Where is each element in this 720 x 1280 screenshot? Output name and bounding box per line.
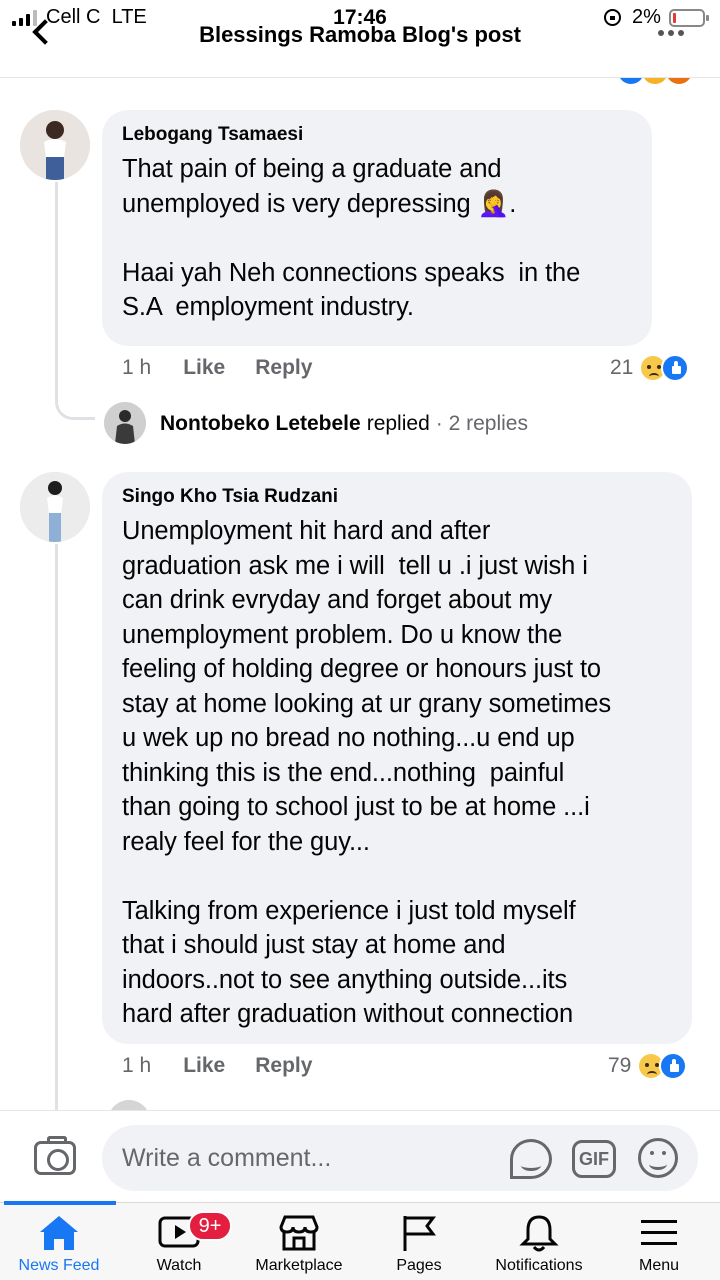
comment-author[interactable]: Lebogang Tsamaesi (122, 124, 632, 146)
reply-avatar[interactable] (104, 402, 146, 444)
reply-author: Nontobeko Letebele (160, 412, 361, 435)
previous-reactions (612, 78, 702, 84)
more-options-button[interactable] (658, 30, 694, 42)
home-icon (40, 1216, 78, 1250)
reply-button[interactable]: Reply (255, 356, 312, 380)
comment-text: That pain of being a graduate and unempl… (122, 155, 581, 321)
bottom-tab-bar: News Feed Watch 9+ Marketplace Pages Not… (0, 1201, 720, 1280)
comment-author[interactable]: Singo Kho Tsia Rudzani (122, 486, 672, 508)
tab-marketplace[interactable]: Marketplace (240, 1203, 358, 1280)
menu-icon (641, 1220, 677, 1245)
previous-comment-actions (118, 78, 124, 83)
sticker-icon[interactable] (510, 1139, 552, 1179)
thread-connector (55, 378, 95, 420)
reply-verb: replied (366, 412, 430, 435)
tab-pages[interactable]: Pages (360, 1203, 478, 1280)
reply-button[interactable]: Reply (255, 1054, 312, 1078)
emoji-icon[interactable] (638, 1138, 678, 1178)
flag-icon (403, 1216, 436, 1251)
bell-icon (519, 1215, 559, 1252)
avatar[interactable] (20, 472, 90, 542)
like-button[interactable]: Like (183, 356, 225, 380)
tab-label: Pages (396, 1257, 442, 1274)
tab-label: Notifications (495, 1257, 583, 1274)
avatar[interactable] (20, 110, 90, 180)
view-replies-link[interactable]: Nontobeko Letebele replied · 2 replies (160, 412, 528, 436)
reaction-summary[interactable]: 79 (608, 1052, 688, 1080)
page-title: Blessings Ramoba Blog's post (199, 22, 521, 47)
reaction-count: 79 (608, 1054, 632, 1077)
gif-button[interactable]: GIF (572, 1140, 616, 1178)
comment-actions: 1 h Like Reply (122, 1054, 342, 1078)
marketplace-icon (279, 1215, 319, 1251)
tab-notifications[interactable]: Notifications (480, 1203, 598, 1280)
reply-avatar[interactable] (108, 1100, 150, 1110)
reaction-count: 21 (610, 356, 634, 379)
tab-label: Marketplace (255, 1257, 343, 1274)
comment-text: Unemployment hit hard and after graduati… (122, 517, 612, 1028)
notification-badge: 9+ (188, 1211, 232, 1241)
top-bar: Cell C LTE 17:46 2% Blessings Ramoba Blo… (0, 0, 720, 78)
thread-line (55, 182, 58, 400)
tab-menu[interactable]: Menu (600, 1203, 718, 1280)
comment-time: 1 h (122, 1054, 152, 1077)
tab-label: News Feed (18, 1257, 100, 1274)
camera-icon[interactable] (34, 1136, 76, 1175)
reaction-summary[interactable]: 21 (610, 354, 690, 382)
tab-label: Watch (156, 1257, 202, 1274)
comment-bubble[interactable]: Lebogang Tsamaesi That pain of being a g… (102, 110, 652, 346)
tab-label: Menu (638, 1257, 680, 1274)
like-reaction-icon (661, 354, 690, 382)
thread-line (55, 544, 58, 1110)
reply-count: · 2 replies (435, 412, 528, 435)
comment-time: 1 h (122, 356, 152, 379)
comment-composer: GIF (0, 1110, 720, 1202)
comment-bubble[interactable]: Singo Kho Tsia Rudzani Unemployment hit … (102, 472, 692, 1044)
comment-actions: 1 h Like Reply (122, 356, 342, 380)
tab-news-feed[interactable]: News Feed (0, 1203, 118, 1280)
like-button[interactable]: Like (183, 1054, 225, 1078)
comments-list: Lebogang Tsamaesi That pain of being a g… (0, 78, 720, 1110)
like-reaction-icon (659, 1052, 688, 1080)
